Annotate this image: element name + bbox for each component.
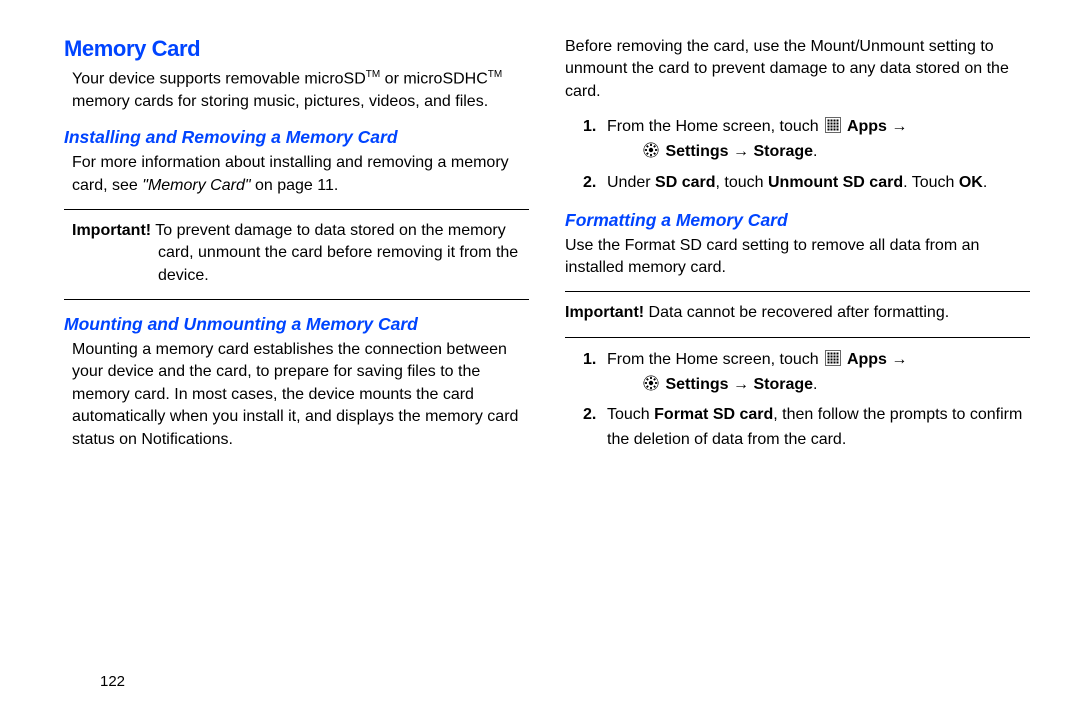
- unmount-intro-paragraph: Before removing the card, use the Mount/…: [565, 36, 1030, 103]
- label-settings: Settings: [661, 376, 733, 393]
- mounting-paragraph: Mounting a memory card establishes the c…: [72, 339, 529, 451]
- label-apps: Apps: [843, 118, 891, 135]
- right-column: Before removing the card, use the Mount/…: [565, 36, 1030, 463]
- step-item: From the Home screen, touch Apps → Setti…: [573, 348, 1030, 398]
- arrow-glyph: →: [891, 351, 907, 368]
- text-segment: on page 11.: [251, 177, 339, 194]
- apps-icon: [825, 350, 841, 366]
- label-storage: Storage: [749, 143, 813, 160]
- subhead-installing-removing: Installing and Removing a Memory Card: [64, 127, 529, 148]
- section-title-memory-card: Memory Card: [64, 36, 529, 62]
- arrow-glyph: →: [733, 376, 749, 393]
- format-steps: From the Home screen, touch Apps → Setti…: [573, 348, 1030, 453]
- arrow-glyph: →: [891, 118, 907, 135]
- text-segment: memory cards for storing music, pictures…: [72, 93, 488, 110]
- text-segment: Under: [607, 174, 655, 191]
- left-column: Memory Card Your device supports removab…: [64, 36, 529, 463]
- gear-icon: [643, 142, 659, 158]
- label-ok: OK: [959, 174, 983, 191]
- divider: [64, 299, 529, 300]
- settings-storage-line: Settings → Storage.: [607, 140, 1030, 165]
- text-segment: Your device supports removable microSD: [72, 70, 366, 87]
- cross-reference: "Memory Card": [142, 177, 250, 194]
- divider: [565, 337, 1030, 338]
- text-segment: . Touch: [903, 174, 959, 191]
- text-segment: Touch: [607, 406, 654, 423]
- text-segment: .: [983, 174, 987, 191]
- text-segment: Data cannot be recovered after formattin…: [644, 304, 949, 321]
- important-label: Important!: [72, 222, 151, 239]
- step-item: From the Home screen, touch Apps → Setti…: [573, 115, 1030, 165]
- divider: [64, 209, 529, 210]
- label-format-sd: Format SD card: [654, 406, 773, 423]
- trademark-symbol: TM: [366, 69, 380, 80]
- step-item: Under SD card, touch Unmount SD card. To…: [573, 171, 1030, 196]
- label-settings: Settings: [661, 143, 733, 160]
- page-number: 122: [100, 673, 125, 690]
- important-note-unmount: Important! To prevent damage to data sto…: [72, 220, 529, 287]
- divider: [565, 291, 1030, 292]
- install-remove-paragraph: For more information about installing an…: [72, 152, 529, 197]
- label-sd-card: SD card: [655, 174, 715, 191]
- trademark-symbol: TM: [488, 69, 502, 80]
- two-column-layout: Memory Card Your device supports removab…: [64, 36, 1030, 463]
- subhead-formatting: Formatting a Memory Card: [565, 210, 1030, 231]
- text-segment: To prevent damage to data stored on the …: [151, 222, 518, 284]
- intro-paragraph: Your device supports removable microSDTM…: [72, 68, 529, 113]
- label-apps: Apps: [843, 351, 891, 368]
- manual-page: Memory Card Your device supports removab…: [0, 0, 1080, 720]
- text-segment: From the Home screen, touch: [607, 118, 823, 135]
- subhead-mounting-unmounting: Mounting and Unmounting a Memory Card: [64, 314, 529, 335]
- text-segment: From the Home screen, touch: [607, 351, 823, 368]
- arrow-glyph: →: [733, 143, 749, 160]
- text-segment: or microSDHC: [380, 70, 488, 87]
- gear-icon: [643, 375, 659, 391]
- unmount-steps: From the Home screen, touch Apps → Setti…: [573, 115, 1030, 195]
- label-unmount-sd: Unmount SD card: [768, 174, 903, 191]
- important-note-format: Important! Data cannot be recovered afte…: [565, 302, 1030, 324]
- apps-icon: [825, 117, 841, 133]
- label-storage: Storage: [749, 376, 813, 393]
- important-label: Important!: [565, 304, 644, 321]
- settings-storage-line: Settings → Storage.: [607, 373, 1030, 398]
- step-item: Touch Format SD card, then follow the pr…: [573, 403, 1030, 453]
- text-segment: , touch: [716, 174, 768, 191]
- formatting-paragraph: Use the Format SD card setting to remove…: [565, 235, 1030, 280]
